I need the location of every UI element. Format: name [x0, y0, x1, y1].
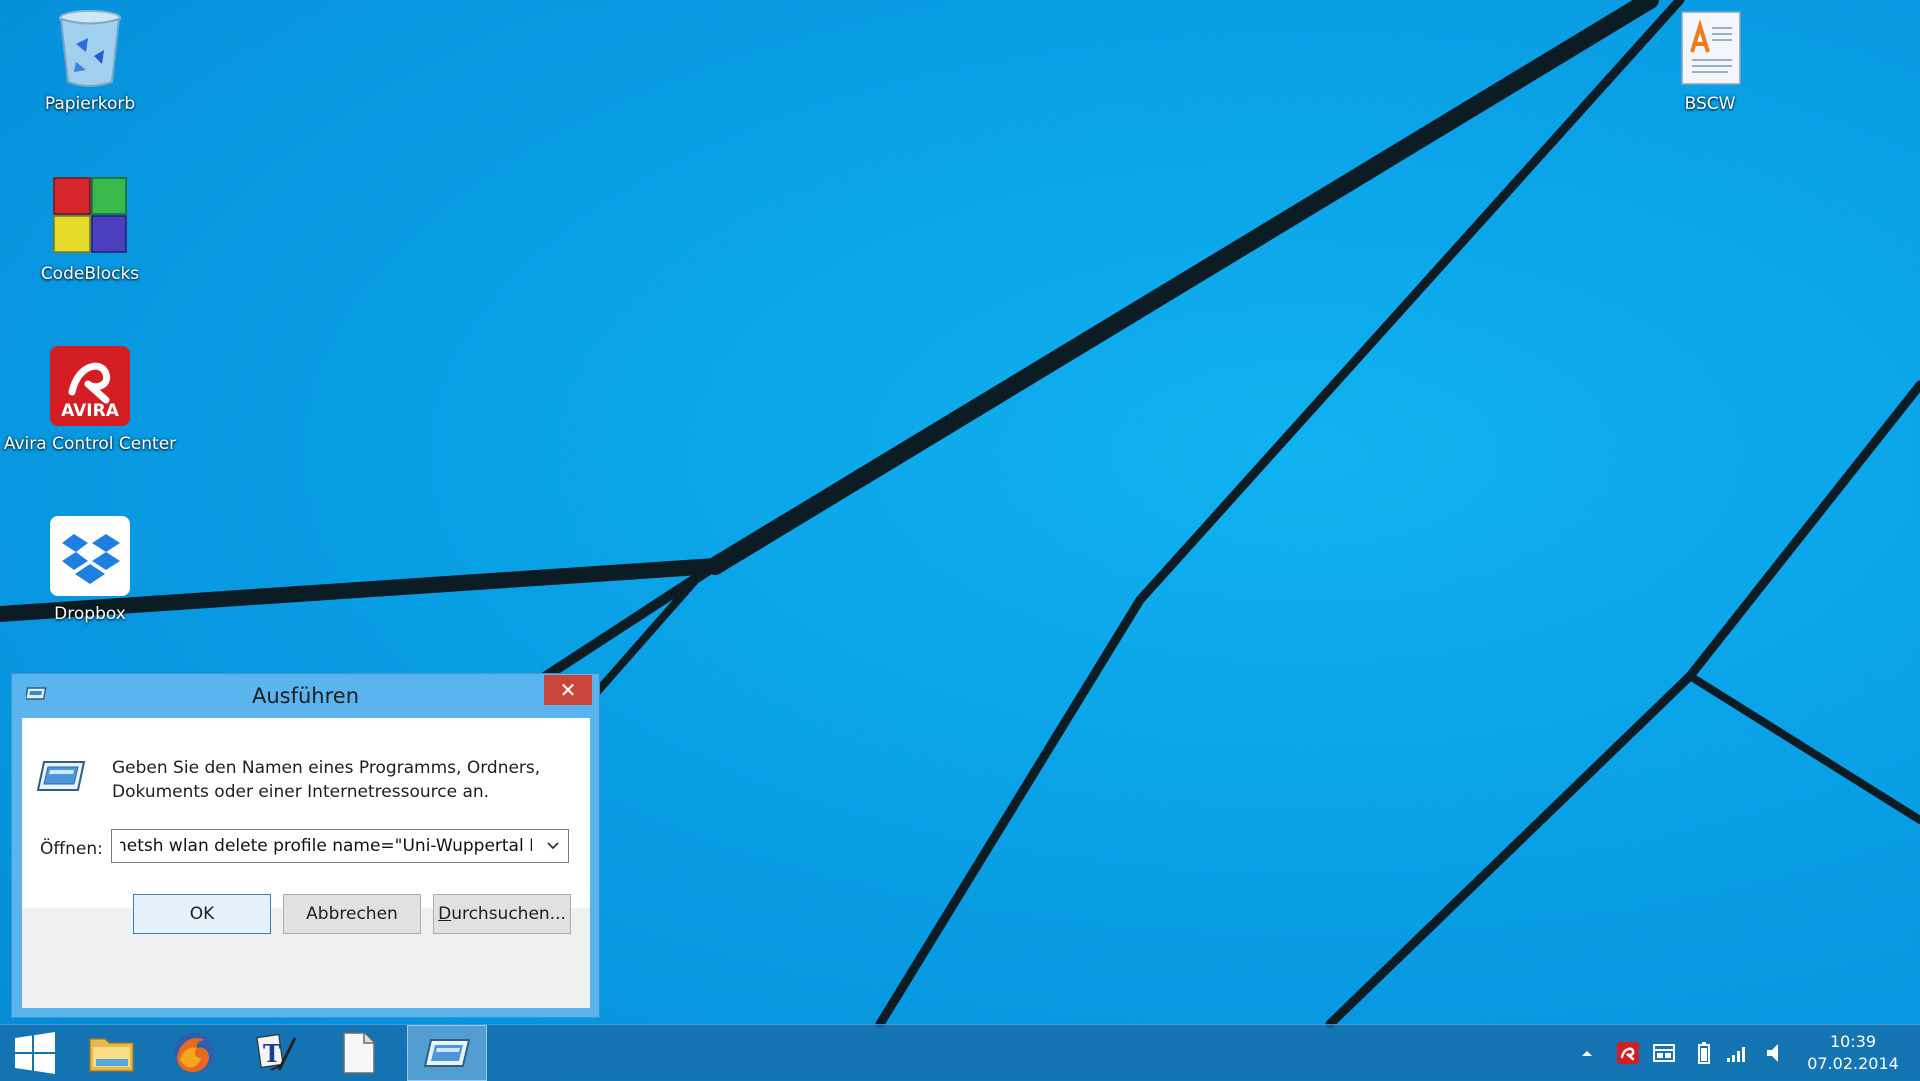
taskbar-run[interactable] [407, 1025, 487, 1081]
tray-network-adapter[interactable] [1651, 1039, 1677, 1067]
taskbar-blank-document[interactable] [318, 1025, 398, 1081]
dialog-description: Geben Sie den Namen eines Programms, Ord… [112, 756, 572, 804]
close-button[interactable]: ✕ [544, 675, 592, 705]
desktop-icon-label: BSCW [1684, 94, 1736, 114]
desktop-icon-label: Papierkorb [44, 94, 136, 114]
codeblocks-icon [53, 177, 127, 253]
open-label: Öffnen: [40, 839, 103, 859]
show-hidden-icons-button[interactable] [1574, 1039, 1600, 1067]
bscw-document-icon [1681, 11, 1741, 85]
tray-signal[interactable] [1724, 1039, 1750, 1067]
chevron-up-icon [1582, 1051, 1592, 1056]
recycle-bin-icon [59, 10, 121, 87]
desktop-icon-bscw[interactable]: BSCW [1620, 4, 1800, 114]
ok-button[interactable]: OK [133, 894, 271, 934]
run-app-icon [36, 761, 86, 791]
browse-button-label: urchsuchen... [451, 904, 566, 924]
close-icon: ✕ [559, 678, 577, 702]
tray-avira[interactable] [1615, 1039, 1641, 1067]
start-button[interactable] [0, 1025, 70, 1081]
desktop-icon-dropbox[interactable]: Dropbox [0, 514, 180, 624]
tray-battery[interactable] [1691, 1039, 1717, 1067]
desktop-icon-label: CodeBlocks [40, 264, 140, 284]
svg-text:T: T [263, 1039, 281, 1068]
open-input[interactable] [112, 830, 532, 862]
taskbar-firefox[interactable] [154, 1025, 234, 1081]
ok-button-label: OK [189, 904, 215, 924]
clock-date: 07.02.2014 [1807, 1054, 1899, 1073]
battery-icon [1698, 1042, 1710, 1064]
clock-time: 10:39 [1829, 1032, 1877, 1051]
desktop-icon-label: Avira Control Center [3, 434, 177, 454]
cancel-button-label: Abbrechen [306, 904, 398, 924]
desktop-icon-avira[interactable]: AVIRA Avira Control Center [0, 344, 180, 454]
firefox-icon [174, 1033, 214, 1073]
combobox-dropdown-button[interactable] [538, 830, 568, 862]
browse-accelerator: D [438, 904, 452, 924]
desktop-icon-recycle-bin[interactable]: Papierkorb [0, 4, 180, 114]
signal-icon [1727, 1047, 1745, 1062]
folder-icon [89, 1038, 134, 1072]
desktop-icon-codeblocks[interactable]: CodeBlocks [0, 174, 180, 284]
volume-icon [1767, 1044, 1778, 1062]
run-dialog: Ausführen ✕ Geben Sie den Namen eines Pr… [11, 673, 600, 1018]
description-line: Dokuments oder einer Internetressource a… [112, 782, 490, 802]
description-line: Geben Sie den Namen eines Programms, Ord… [112, 758, 541, 778]
avira-icon: AVIRA [50, 346, 130, 426]
dropbox-icon [50, 516, 130, 596]
chevron-down-icon [547, 842, 559, 850]
tex-editor-icon: T [256, 1033, 297, 1071]
network-adapter-icon [1653, 1044, 1675, 1062]
browse-button[interactable]: Durchsuchen... [433, 894, 571, 934]
taskbar-file-explorer[interactable] [72, 1025, 152, 1081]
taskbar: T 10:39 07.02.2014 [0, 1024, 1920, 1081]
desktop-icon-label: Dropbox [54, 604, 126, 624]
dialog-titlebar[interactable]: Ausführen ✕ [12, 674, 599, 718]
open-combobox[interactable] [111, 829, 569, 863]
cancel-button[interactable]: Abbrechen [283, 894, 421, 934]
dialog-title: Ausführen [251, 684, 360, 708]
avira-tray-icon [1617, 1042, 1639, 1064]
taskbar-texmaker[interactable]: T [236, 1025, 316, 1081]
windows-logo-icon [15, 1032, 55, 1074]
dialog-content: Geben Sie den Namen eines Programms, Ord… [22, 718, 590, 1008]
run-icon [423, 1039, 471, 1067]
taskbar-clock[interactable]: 10:39 07.02.2014 [1798, 1031, 1908, 1075]
document-icon [343, 1032, 375, 1074]
avira-logo-text: AVIRA [61, 401, 120, 421]
tray-volume[interactable] [1760, 1039, 1786, 1067]
